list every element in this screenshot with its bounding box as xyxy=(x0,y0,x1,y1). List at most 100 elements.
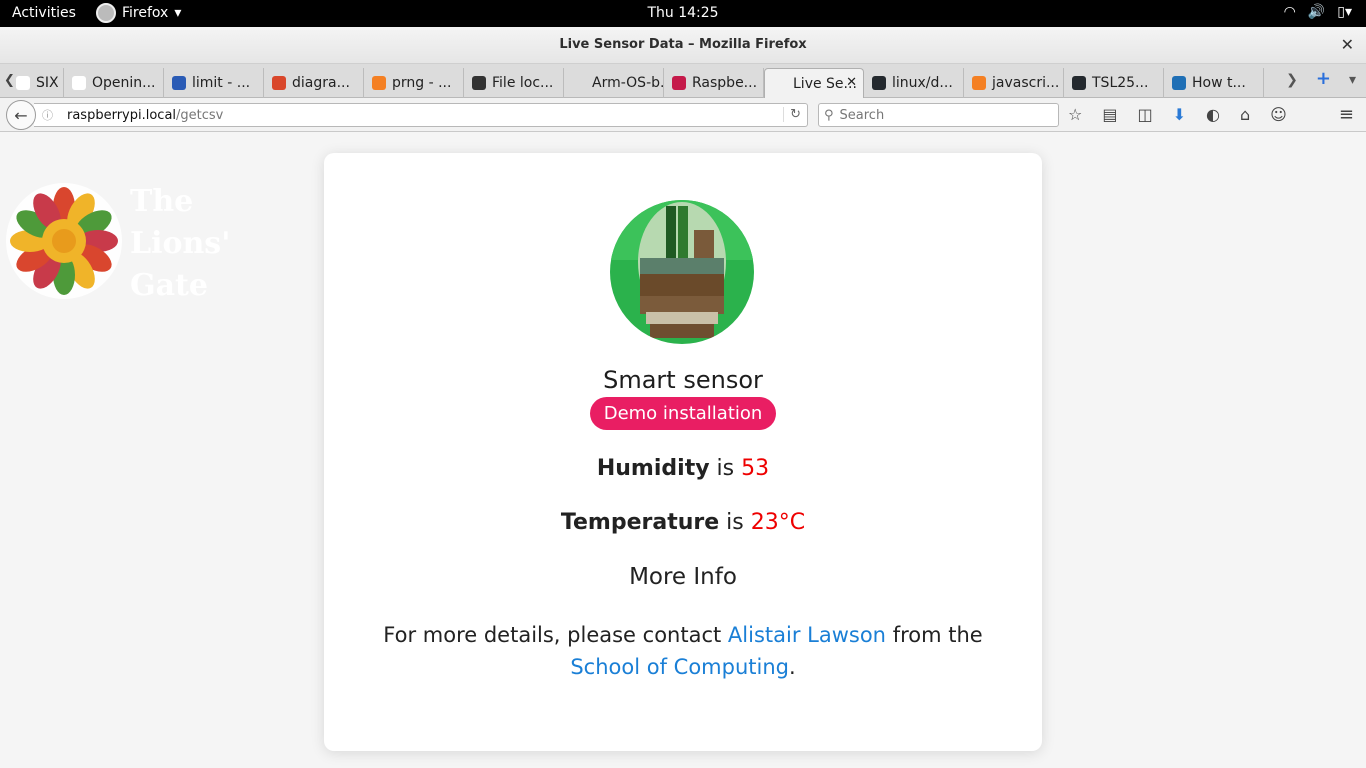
status-badge: Demo installation xyxy=(590,397,776,430)
url-text: raspberrypi.local/getcsv xyxy=(67,108,223,123)
temperature-value: 23°C xyxy=(750,510,806,535)
tab-12[interactable]: How t... xyxy=(1164,68,1264,98)
humidity-value: 53 xyxy=(741,456,770,481)
search-input[interactable]: ⚲ Search xyxy=(818,103,1059,127)
window-title: Live Sensor Data – Mozilla Firefox xyxy=(559,37,807,52)
tab-favicon-icon xyxy=(1072,76,1086,90)
home-icon[interactable]: ⌂ xyxy=(1240,105,1250,124)
logo-text-1: The xyxy=(130,184,193,219)
tab-6[interactable]: Arm-OS-b... xyxy=(564,68,664,98)
chevron-down-icon: ▾ xyxy=(174,5,182,21)
tab-1[interactable]: Openin... xyxy=(64,68,164,98)
sensor-card: Smart sensor Demo installation Humidity … xyxy=(324,153,1042,751)
chat-icon[interactable]: ☺ xyxy=(1270,105,1287,124)
tab-0[interactable]: SIX ... xyxy=(8,68,64,98)
tab-list-chevron-icon[interactable]: ▾ xyxy=(1349,72,1356,89)
tab-favicon-icon xyxy=(972,76,986,90)
os-top-bar: Activities Firefox ▾ Thu 14:25 ◠ 🔊 ▯▾ xyxy=(0,0,1366,27)
tab-label: linux/d... xyxy=(892,75,953,91)
tab-4[interactable]: prng - ... xyxy=(364,68,464,98)
activities-button[interactable]: Activities xyxy=(12,5,76,21)
tab-favicon-icon xyxy=(773,77,787,91)
tab-scroll-right-icon[interactable]: ❯ xyxy=(1286,72,1298,89)
bookmark-star-icon[interactable]: ☆ xyxy=(1068,105,1082,124)
tab-7[interactable]: Raspbe... xyxy=(664,68,764,98)
url-host: raspberrypi.local xyxy=(67,108,177,123)
tab-label: Arm-OS-b... xyxy=(592,75,663,91)
contact-suffix: . xyxy=(788,655,796,679)
new-tab-icon[interactable]: + xyxy=(1316,68,1331,89)
wifi-icon[interactable]: ◠ xyxy=(1284,4,1296,20)
tab-label: prng - ... xyxy=(392,75,452,91)
tab-10[interactable]: javascri... xyxy=(964,68,1064,98)
battery-icon[interactable]: ▯▾ xyxy=(1337,4,1352,20)
tab-favicon-icon xyxy=(672,76,686,90)
private-mask-icon[interactable]: ◐ xyxy=(1206,105,1220,124)
contact-paragraph: For more details, please contact Alistai… xyxy=(354,619,1012,683)
tab-favicon-icon xyxy=(472,76,486,90)
tab-favicon-icon xyxy=(172,76,186,90)
tab-label: Openin... xyxy=(92,75,156,91)
pocket-icon[interactable]: ◫ xyxy=(1137,105,1152,124)
firefox-icon xyxy=(96,3,116,23)
tab-favicon-icon xyxy=(72,76,86,90)
tab-label: javascri... xyxy=(992,75,1060,91)
volume-icon[interactable]: 🔊 xyxy=(1308,4,1325,20)
tab-11[interactable]: TSL25... xyxy=(1064,68,1164,98)
clock-wrapper: Thu 14:25 xyxy=(0,5,1366,21)
reload-icon[interactable]: ↻ xyxy=(783,107,801,122)
url-bar[interactable]: ⓘ raspberrypi.local/getcsv ↻ xyxy=(34,103,808,127)
page-content: The Lions' Gate Smart sensor Demo instal… xyxy=(0,133,1366,768)
tab-label: TSL25... xyxy=(1092,75,1149,91)
system-tray[interactable]: ◠ 🔊 ▯▾ xyxy=(1284,4,1352,20)
app-menu-label: Firefox xyxy=(122,5,169,21)
tab-label: diagra... xyxy=(292,75,350,91)
temperature-label: Temperature xyxy=(560,510,720,535)
reading-list-icon[interactable]: ▤ xyxy=(1102,105,1117,124)
tab-label: SIX ... xyxy=(36,75,63,91)
is-word: is xyxy=(726,510,744,535)
tab-favicon-icon xyxy=(872,76,886,90)
window-titlebar: Live Sensor Data – Mozilla Firefox ✕ xyxy=(0,27,1366,64)
logo-text-3: Gate xyxy=(130,268,208,301)
humidity-reading: Humidity is 53 xyxy=(324,456,1042,481)
is-word: is xyxy=(716,456,735,481)
tab-label: File loc... xyxy=(492,75,554,91)
tab-label: Raspbe... xyxy=(692,75,758,91)
site-info-icon[interactable]: ⓘ xyxy=(42,107,53,123)
device-name: Smart sensor xyxy=(603,366,763,394)
tab-label: How t... xyxy=(1192,75,1246,91)
tab-9[interactable]: linux/d... xyxy=(864,68,964,98)
humidity-label: Humidity xyxy=(596,456,710,481)
tab-favicon-icon xyxy=(1172,76,1186,90)
search-placeholder: Search xyxy=(839,107,885,123)
hamburger-menu-icon[interactable]: ≡ xyxy=(1339,104,1354,125)
logo-text-2: Lions' xyxy=(130,226,230,261)
temperature-reading: Temperature is 23°C xyxy=(324,510,1042,535)
tab-8[interactable]: Live Se... ✕ xyxy=(764,68,864,99)
download-icon[interactable]: ⬇ xyxy=(1173,105,1186,124)
back-button[interactable]: ← xyxy=(6,100,36,130)
tab-favicon-icon xyxy=(16,76,30,90)
garden-avatar-image xyxy=(610,200,754,344)
more-info-heading: More Info xyxy=(629,564,737,590)
tab-favicon-icon xyxy=(572,76,586,90)
tab-2[interactable]: limit - ... xyxy=(164,68,264,98)
back-arrow-icon: ← xyxy=(14,105,28,125)
lions-gate-logo: The Lions' Gate xyxy=(6,183,230,301)
contact-name-link[interactable]: Alistair Lawson xyxy=(728,623,886,647)
search-icon: ⚲ xyxy=(824,107,834,123)
tab-5[interactable]: File loc... xyxy=(464,68,564,98)
toolbar-icons: ☆ ▤ ◫ ⬇ ◐ ⌂ ☺ xyxy=(1068,105,1287,124)
school-link[interactable]: School of Computing xyxy=(570,655,789,679)
tab-3[interactable]: diagra... xyxy=(264,68,364,98)
tab-label: limit - ... xyxy=(192,75,251,91)
tab-strip-controls: ❯ + ▾ xyxy=(1286,68,1356,89)
tab-close-icon[interactable]: ✕ xyxy=(846,75,857,90)
tab-favicon-icon xyxy=(372,76,386,90)
app-menu[interactable]: Firefox ▾ xyxy=(96,3,181,23)
clock[interactable]: Thu 14:25 xyxy=(647,5,718,21)
window-close-button[interactable]: ✕ xyxy=(1341,35,1354,54)
url-path: /getcsv xyxy=(176,108,224,123)
tab-favicon-icon xyxy=(272,76,286,90)
